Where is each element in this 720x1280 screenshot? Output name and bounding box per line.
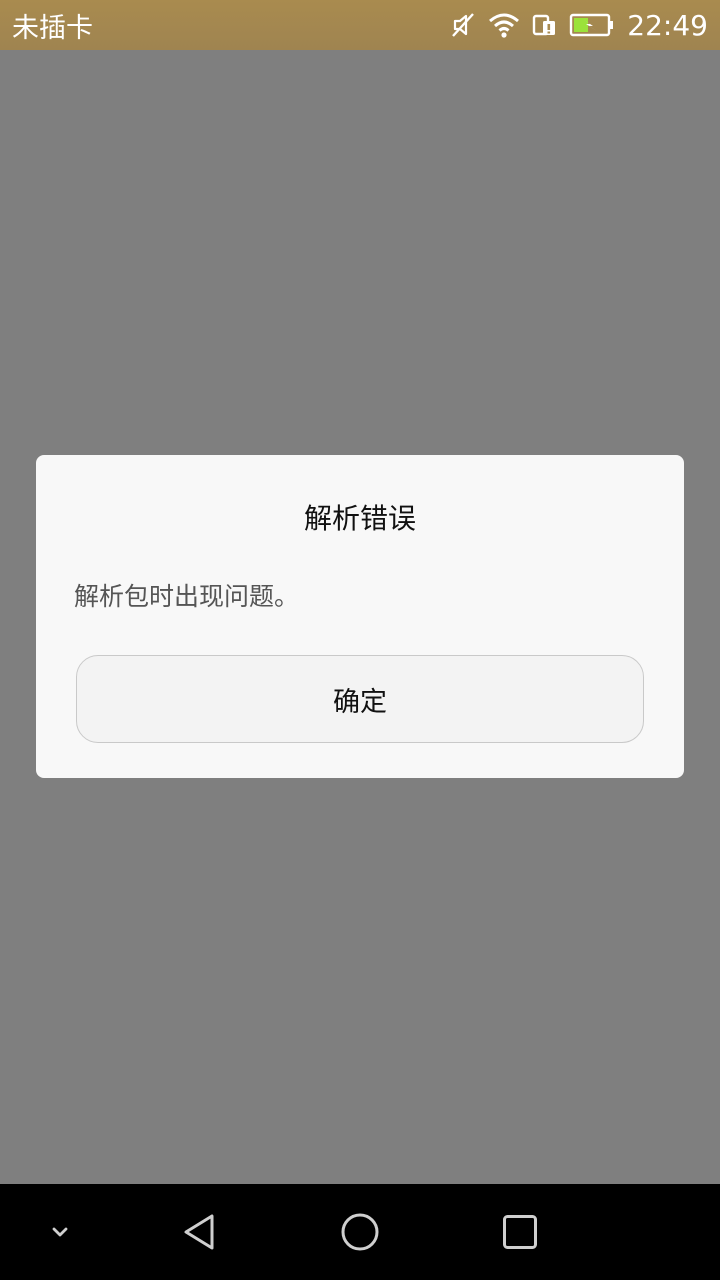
- recents-icon[interactable]: [490, 1184, 550, 1280]
- navigation-bar: [0, 1184, 720, 1280]
- dialog-title: 解析错误: [303, 502, 416, 535]
- ok-button[interactable]: 确定: [76, 655, 644, 743]
- mute-icon: [449, 11, 477, 39]
- dialog-message: 解析包时出现问题。: [74, 582, 300, 611]
- sim-icon: [531, 11, 559, 39]
- collapse-down-icon[interactable]: [30, 1184, 90, 1280]
- carrier-label: 未插卡: [12, 12, 93, 44]
- screen: 未插卡 22:49 解析错误 解析包时出现问题。 确定: [0, 0, 720, 1280]
- error-dialog: 解析错误 解析包时出现问题。 确定: [36, 455, 684, 778]
- status-icons: 22:49: [449, 9, 708, 42]
- battery-charging-icon: [569, 11, 615, 39]
- status-bar: 未插卡 22:49: [0, 0, 720, 50]
- wifi-icon: [487, 11, 521, 39]
- back-icon[interactable]: [170, 1184, 230, 1280]
- home-icon[interactable]: [330, 1184, 390, 1280]
- clock: 22:49: [627, 8, 708, 42]
